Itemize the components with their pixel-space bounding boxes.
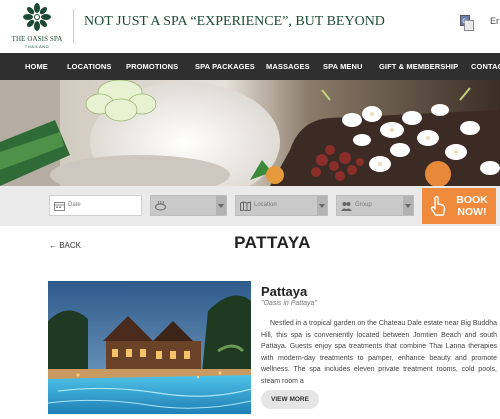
logo-subtitle: THAILAND (24, 44, 50, 49)
group-icon (341, 202, 352, 211)
pointing-hand-icon (430, 196, 446, 216)
book-now-button[interactable]: BOOK NOW! (422, 188, 496, 224)
lotus-logo-icon (23, 3, 51, 31)
chevron-down-icon (317, 196, 327, 215)
nav-item-promotions[interactable]: PROMOTIONS (126, 53, 178, 80)
nav-item-spa-packages[interactable]: SPA PACKAGES (195, 53, 255, 80)
location-placeholder: Location (254, 202, 277, 208)
spa-photo (48, 281, 251, 414)
main-nav: HOME LOCATIONS PROMOTIONS SPA PACKAGES M… (0, 53, 500, 80)
hero-banner (0, 80, 500, 186)
language-selector[interactable]: Er (490, 16, 499, 26)
pool-resort-image (48, 281, 251, 414)
view-more-button[interactable]: VIEW MORE (261, 390, 319, 409)
spa-type-select[interactable] (150, 195, 227, 216)
nav-item-home[interactable]: HOME (25, 53, 48, 80)
spa-subtitle: "Oasis in Pattaya" (261, 300, 317, 307)
group-placeholder: Group (355, 202, 372, 208)
calendar-icon (54, 202, 65, 211)
tagline: NOT JUST A SPA “EXPERIENCE”, BUT BEYOND (84, 14, 385, 29)
nav-item-massages[interactable]: MASSAGES (266, 53, 310, 80)
location-select[interactable]: Location (235, 195, 328, 216)
nav-item-contact[interactable]: CONTACT (471, 53, 500, 80)
site-header: THE OASIS SPA THAILAND NOT JUST A SPA “E… (0, 0, 500, 52)
nav-item-spa-menu[interactable]: SPA MENU (323, 53, 363, 80)
group-select[interactable]: Group (336, 195, 414, 216)
back-link[interactable]: ← BACK (49, 241, 81, 250)
spa-icon (155, 201, 166, 211)
nav-item-locations[interactable]: LOCATIONS (67, 53, 112, 80)
map-icon (240, 201, 251, 211)
date-field[interactable]: Date (49, 195, 142, 216)
logo-name: THE OASIS SPA (11, 35, 63, 43)
spa-name: Pattaya (261, 284, 308, 299)
hero-flowers-image (0, 80, 500, 186)
book-now-label: BOOK NOW! (456, 194, 488, 218)
nav-item-gift-membership[interactable]: GIFT & MEMBERSHIP (379, 53, 458, 80)
chevron-down-icon (403, 196, 413, 215)
site-logo[interactable]: THE OASIS SPA THAILAND (6, 0, 64, 52)
spa-description: Nestled in a tropical garden on the Chat… (261, 320, 497, 384)
svg-text:G: G (462, 18, 467, 25)
date-placeholder: Date (68, 202, 81, 208)
header-divider (73, 9, 74, 43)
chevron-down-icon (216, 196, 226, 215)
translate-icon[interactable]: G (460, 15, 474, 31)
